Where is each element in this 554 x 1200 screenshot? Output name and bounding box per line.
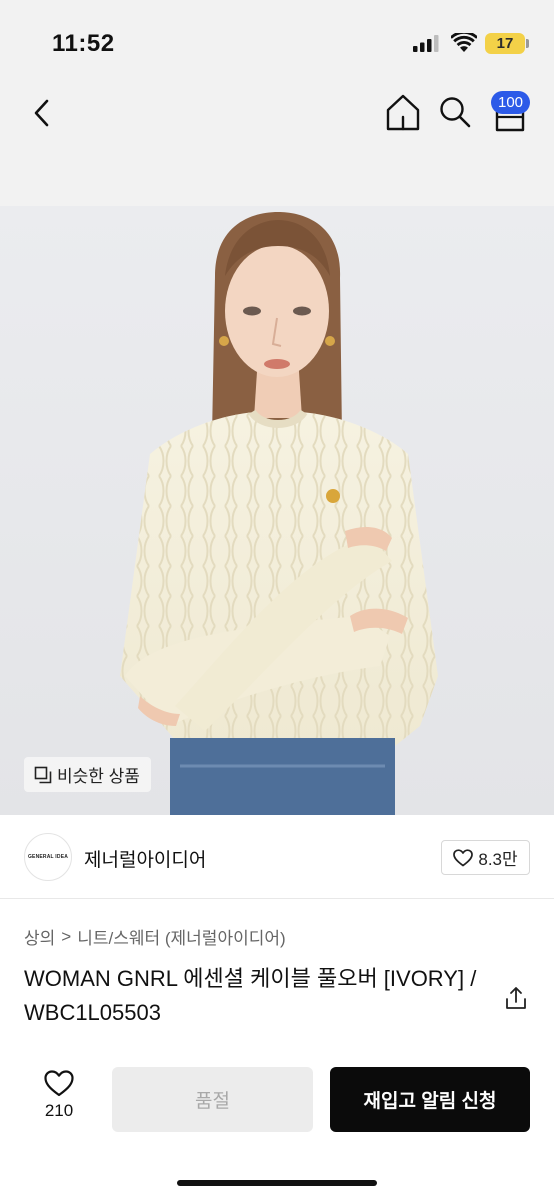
breadcrumb-subcategory[interactable]: 니트/스웨터 (제너럴아이디어): [77, 924, 285, 949]
share-button[interactable]: [503, 984, 529, 1012]
soldout-button[interactable]: 품절: [112, 1067, 313, 1132]
breadcrumb: 상의 > 니트/스웨터 (제너럴아이디어): [24, 924, 286, 949]
chevron-left-icon: [34, 99, 49, 127]
search-icon: [440, 97, 471, 128]
brand-logo[interactable]: GENERAL IDEA: [24, 833, 72, 881]
heart-icon: [453, 848, 474, 866]
search-button[interactable]: [437, 94, 473, 130]
product-title: WOMAN GNRL 에센셜 케이블 풀오버 [IVORY] / WBC1L05…: [24, 966, 477, 1025]
brand-logo-text: GENERAL IDEA: [27, 854, 69, 860]
wifi-icon: [451, 33, 477, 52]
product-photo: [0, 206, 554, 815]
nav-bar: 100: [0, 88, 554, 206]
home-indicator: [177, 1180, 377, 1186]
cart-count-badge: 100: [491, 91, 530, 114]
battery-tip: [526, 39, 529, 48]
wishlist-button[interactable]: 210: [34, 1070, 84, 1132]
brand-name[interactable]: 제너럴아이디어: [84, 845, 206, 872]
home-icon: [386, 94, 420, 131]
breadcrumb-separator: >: [61, 926, 72, 946]
breadcrumb-category[interactable]: 상의: [24, 924, 55, 949]
status-time: 11:52: [52, 30, 115, 57]
home-button[interactable]: [384, 92, 422, 132]
wishlist-count: 210: [44, 1101, 74, 1120]
heart-icon: [44, 1070, 74, 1097]
bottom-action-bar: 210 품절 재입고 알림 신청: [0, 1050, 554, 1200]
similar-products-button[interactable]: 비슷한 상품: [24, 757, 151, 792]
share-icon: [506, 987, 526, 1009]
product-image[interactable]: 비슷한 상품: [0, 206, 554, 815]
signal-icon: [413, 35, 439, 52]
status-bar: 11:52 17: [0, 0, 554, 88]
similar-products-label: 비슷한 상품: [57, 767, 140, 786]
back-button[interactable]: [28, 96, 58, 130]
battery-indicator: 17: [485, 33, 525, 54]
similar-items-icon: [34, 766, 52, 783]
battery-level: 17: [496, 35, 514, 52]
restock-alert-button[interactable]: 재입고 알림 신청: [330, 1067, 530, 1132]
brand-like-button[interactable]: 8.3만: [441, 840, 530, 875]
brand-like-count: 8.3만: [478, 850, 518, 869]
brand-row: GENERAL IDEA 제너럴아이디어 8.3만: [0, 815, 554, 899]
